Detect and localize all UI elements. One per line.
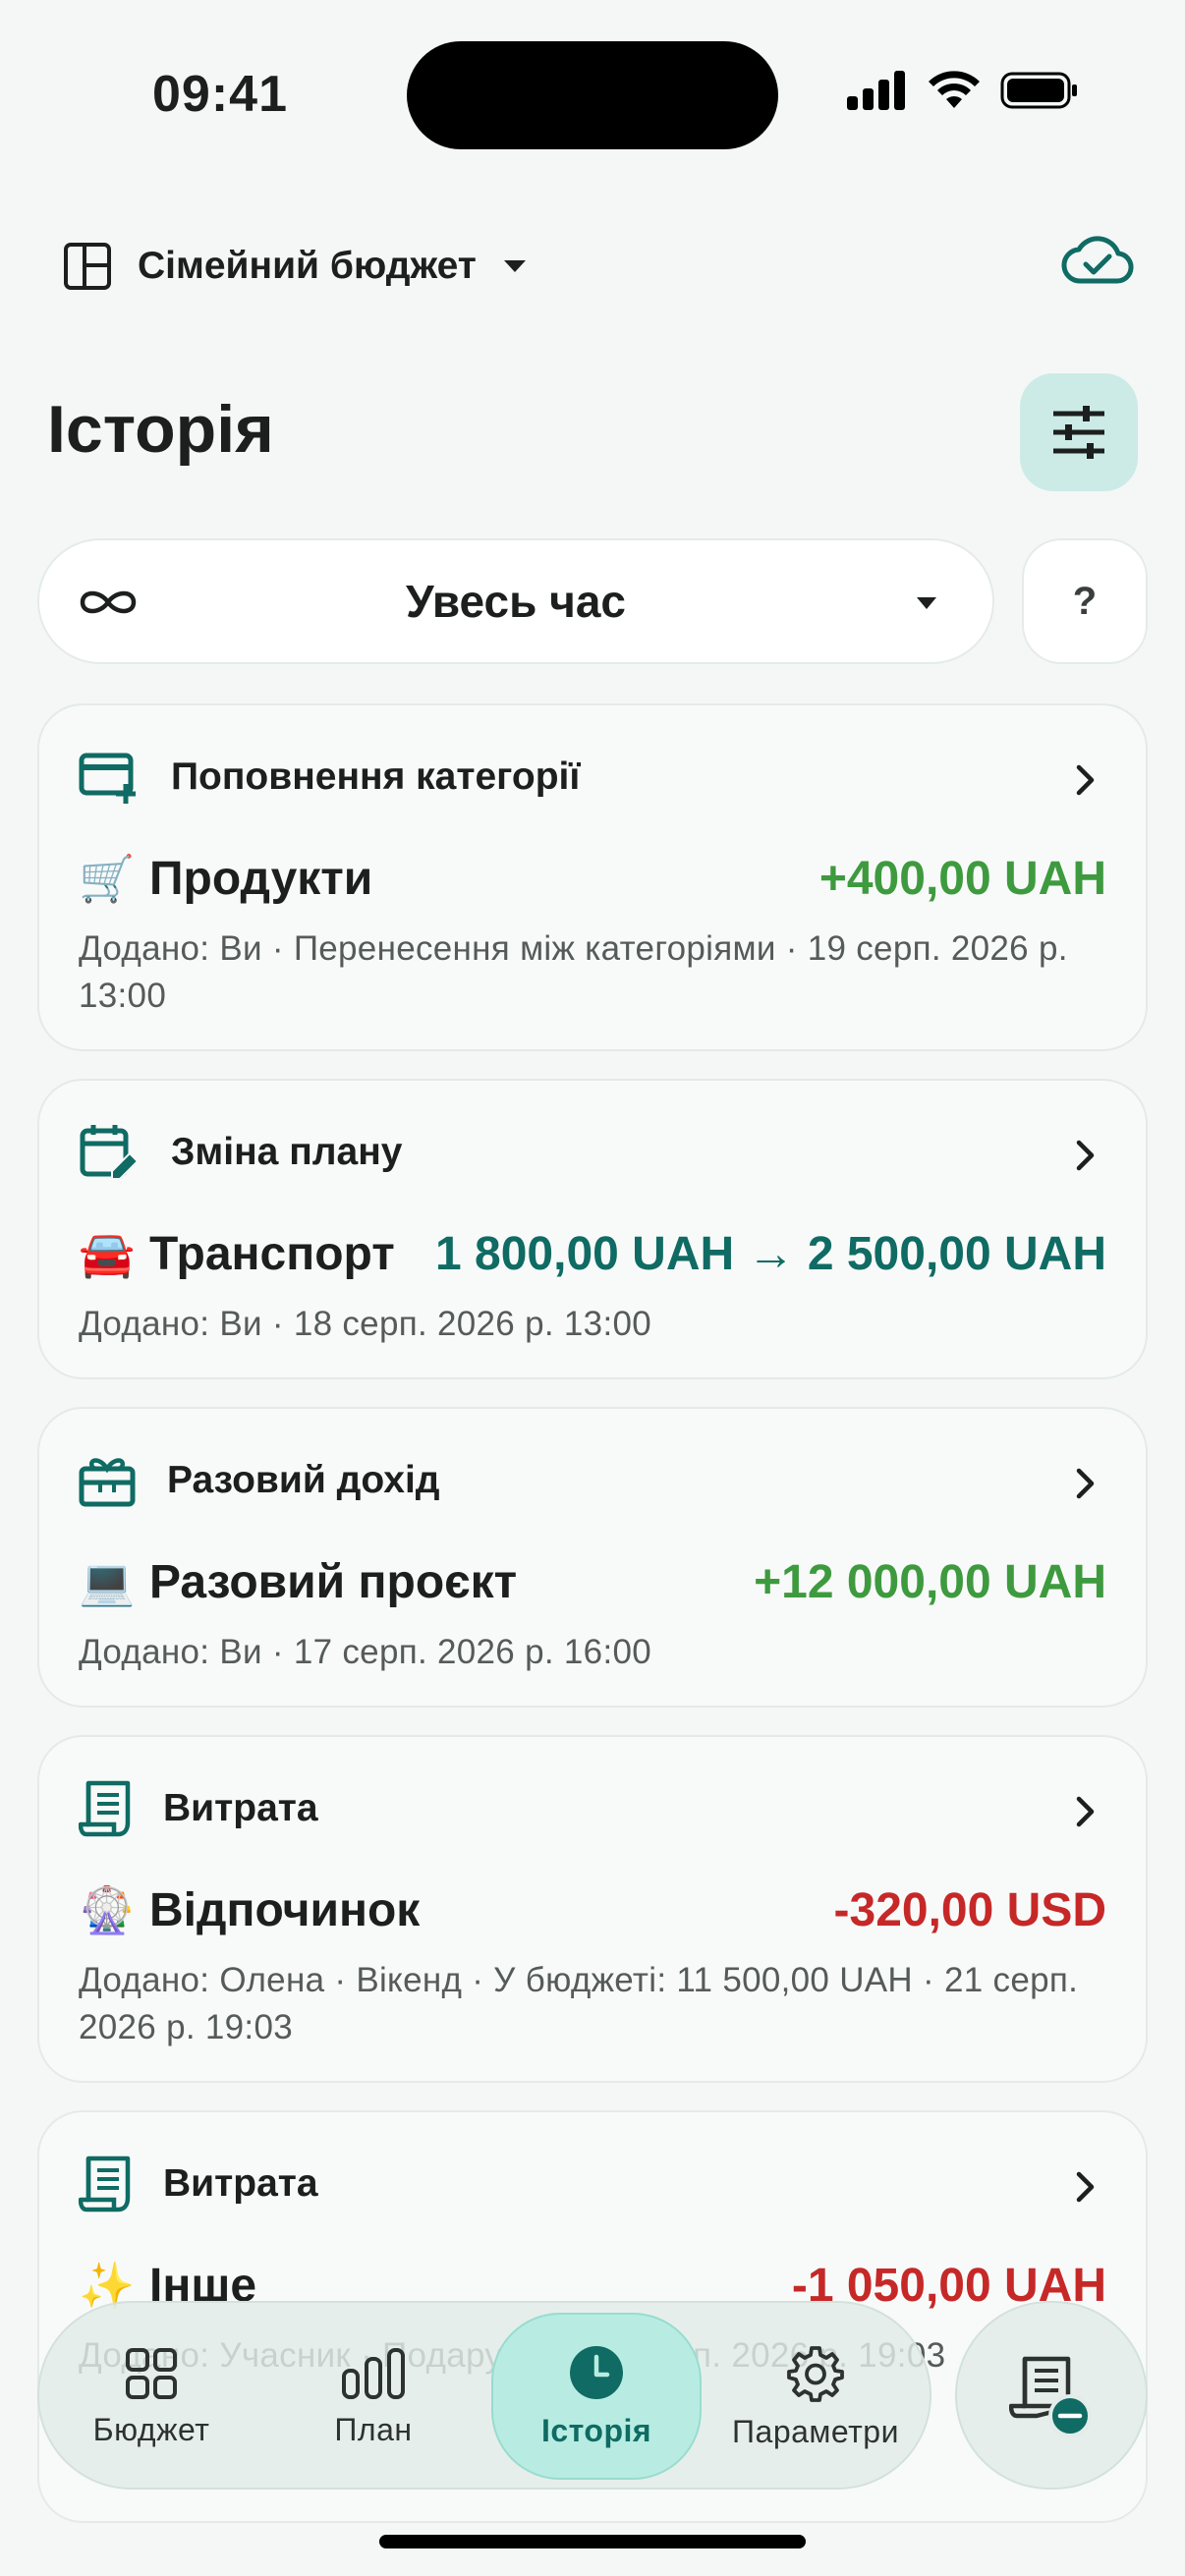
nav-label: Бюджет [92,2411,210,2447]
status-time: 09:41 [152,66,288,123]
history-card[interactable]: Витрата 🎡 Відпочинок -320,00 USD Додано:… [37,1735,1148,2083]
cloud-done-icon[interactable] [1061,232,1134,287]
history-card[interactable]: Поповнення категорії 🛒 Продукти +400,00 … [37,703,1148,1051]
car-icon: 🚘 [79,1227,136,1279]
status-bar: 09:41 [0,0,1185,187]
card-add-icon [79,753,136,804]
chevron-right-icon [1076,1468,1095,1499]
receipt-icon [79,1780,131,1837]
app-header: Сімейний бюджет [63,232,1134,301]
entry-type: Витрата [163,1787,318,1829]
help-button[interactable]: ? [1022,538,1148,664]
history-card[interactable]: Разовий дохід 💻 Разовий проєкт +12 000,0… [37,1407,1148,1708]
receipt-icon [79,2156,131,2212]
chevron-right-icon [1076,764,1095,796]
budget-switcher[interactable]: Сімейний бюджет [63,242,528,291]
caret-down-icon [503,260,526,272]
entry-category: Продукти [149,852,373,905]
nav-label: Історія [540,2412,652,2448]
chevron-right-icon [1076,2171,1095,2203]
period-row: Увесь час ? [37,538,1148,664]
entry-type: Витрата [163,2162,318,2205]
chevron-right-icon [1076,1796,1095,1827]
cart-icon: 🛒 [79,852,136,904]
entry-amount: +400,00 UAH [818,852,1106,905]
entry-category: Транспорт [149,1227,395,1280]
grid-icon [126,2347,177,2399]
entry-amount: +12 000,00 UAH [754,1555,1106,1608]
budget-name: Сімейний бюджет [138,245,477,287]
entry-meta: Додано: Олена · Вікенд · У бюджеті: 11 5… [79,1961,1079,2046]
entry-type: Разовий дохід [167,1459,440,1501]
chevron-right-icon [1076,1140,1095,1171]
filter-button[interactable] [1020,373,1138,491]
redeem-icon [79,1458,136,1507]
card-main-row: 🛒 Продукти +400,00 UAH [79,843,1106,914]
card-main-row: 🎡 Відпочинок -320,00 USD [79,1875,1106,1945]
title-row: Історія [47,373,1138,491]
entry-category: Разовий проєкт [149,1555,518,1608]
gear-icon [787,2345,844,2402]
bottom-nav: Бюджет План Історія Параметри [37,2301,931,2490]
entry-meta: Додано: Ви · 17 серп. 2026 р. 16:00 [79,1633,651,1671]
nav-item-history[interactable]: Історія [491,2313,702,2480]
status-icons [847,71,1079,110]
period-label: Увесь час [405,576,627,627]
card-header: Разовий дохід [79,1446,1106,1515]
receipt-remove-icon [1009,2356,1092,2437]
card-header: Витрата [79,2150,1106,2218]
caret-down-icon [917,597,936,609]
card-main-row: 🚘 Транспорт 1 800,00 UAH → 2 500,00 UAH [79,1218,1106,1289]
clock-icon [570,2345,623,2399]
nav-label: План [334,2411,413,2447]
card-header: Поповнення категорії [79,743,1106,812]
entry-type: Зміна плану [171,1131,403,1173]
wifi-icon [929,71,980,108]
card-main-row: 💻 Разовий проєкт +12 000,00 UAH [79,1546,1106,1617]
period-select[interactable]: Увесь час [37,538,994,664]
tune-icon [1053,406,1104,459]
cellular-signal-icon [847,71,905,110]
bar-chart-icon [342,2347,405,2399]
entry-type: Поповнення категорії [171,756,581,798]
nav-item-budget[interactable]: Бюджет [53,2303,250,2492]
entry-amount: -320,00 USD [833,1883,1106,1936]
history-card[interactable]: Зміна плану 🚘 Транспорт 1 800,00 UAH → 2… [37,1079,1148,1379]
battery-icon [1000,72,1077,109]
entry-category: Відпочинок [149,1883,421,1936]
add-expense-button[interactable] [955,2301,1148,2490]
card-header: Зміна плану [79,1118,1106,1187]
entry-meta: Додано: Ви · 18 серп. 2026 р. 13:00 [79,1305,651,1343]
layout-panel-icon [64,243,111,290]
entry-amount: 1 800,00 UAH → 2 500,00 UAH [434,1227,1106,1280]
home-indicator [379,2535,806,2548]
laptop-icon: 💻 [79,1555,136,1607]
calendar-edit-icon [80,1125,140,1180]
entry-meta: Додано: Ви · Перенесення між категоріями… [79,929,1068,1015]
nav-item-plan[interactable]: План [275,2303,472,2492]
page-title: Історія [47,392,274,467]
nav-item-settings[interactable]: Параметри [717,2303,914,2492]
dynamic-island [407,41,778,149]
nav-label: Параметри [732,2413,899,2449]
ferris-wheel-icon: 🎡 [79,1883,136,1935]
card-header: Витрата [79,1774,1106,1843]
